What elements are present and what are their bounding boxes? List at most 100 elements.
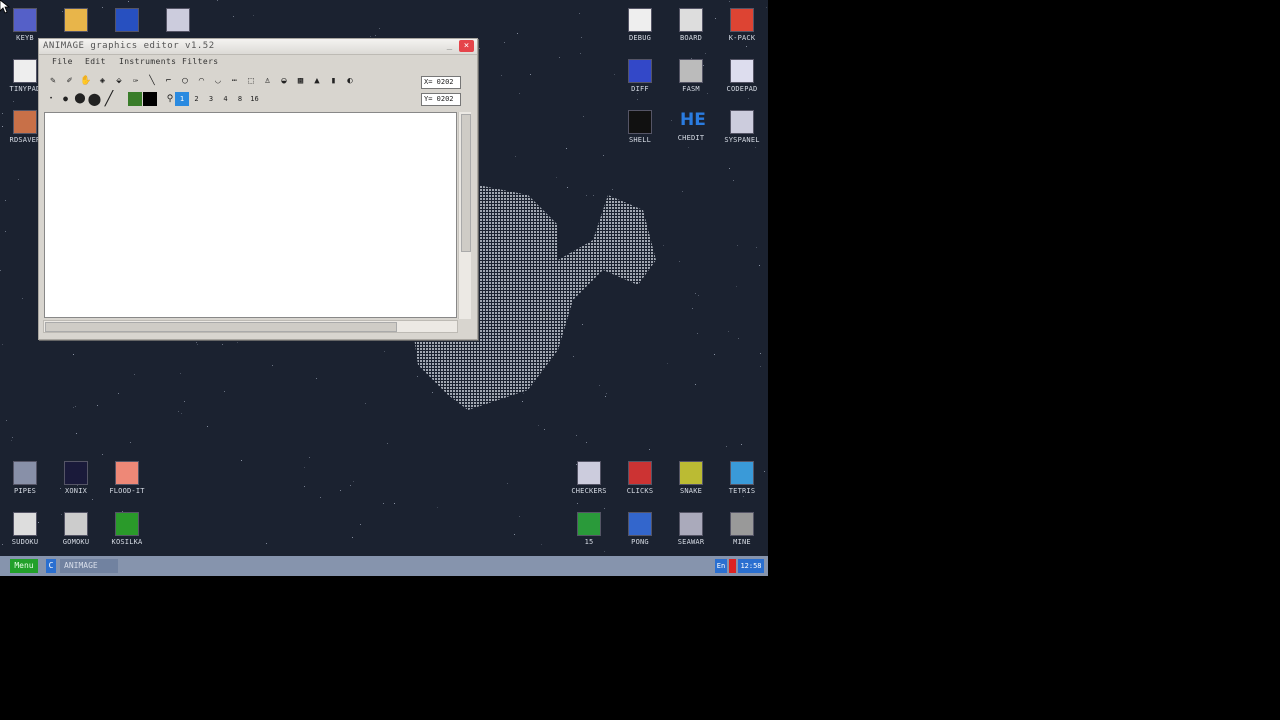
tool-13-icon[interactable]: ♙	[261, 74, 275, 88]
desktop-icon-chedit[interactable]: HE CHEDIT	[666, 102, 716, 152]
line-width-8[interactable]: 8	[233, 92, 247, 106]
star	[756, 247, 757, 248]
drawing-canvas[interactable]	[44, 112, 457, 318]
mine-icon	[730, 512, 754, 536]
tool-10-icon[interactable]: ◡	[211, 74, 225, 88]
desktop-icon-15[interactable]: 15	[564, 504, 614, 554]
desktop-icon-pong[interactable]: PONG	[615, 504, 665, 554]
desktop-icon-mine[interactable]: MINE	[717, 504, 767, 554]
desktop-icon-label: SUDOKU	[11, 538, 39, 546]
desktop-icon-gomoku[interactable]: GOMOKU	[51, 504, 101, 554]
tool-17-icon[interactable]: ▮	[327, 74, 341, 88]
bug-icon	[628, 8, 652, 32]
start-menu-button[interactable]: Menu	[10, 559, 38, 573]
star	[733, 180, 734, 181]
line-width-16[interactable]: 16	[248, 92, 262, 106]
tool-0-icon[interactable]: ✎	[46, 74, 60, 88]
star	[316, 378, 317, 379]
pipes-icon	[13, 461, 37, 485]
desktop-icon-checkers[interactable]: CHECKERS	[564, 453, 614, 503]
tool-2-icon[interactable]: ✋	[79, 74, 93, 88]
star	[538, 425, 539, 426]
desktop-icon-shell[interactable]: SHELL	[615, 102, 665, 152]
calendar-grid-icon	[628, 59, 652, 83]
desktop-icon-label: DEBUG	[628, 34, 652, 42]
sudoku-icon	[13, 512, 37, 536]
line-width-4[interactable]: 4	[219, 92, 233, 106]
star	[530, 74, 531, 75]
color-swatch[interactable]	[143, 92, 157, 106]
tool-8-icon[interactable]: ◯	[178, 74, 192, 88]
star	[379, 28, 380, 29]
close-button[interactable]: ×	[459, 40, 474, 52]
task-app-icon[interactable]: C	[46, 559, 56, 573]
star	[738, 338, 739, 339]
tool-15-icon[interactable]: ▩	[294, 74, 308, 88]
pong-icon	[628, 512, 652, 536]
horizontal-scrollbar[interactable]	[43, 320, 458, 333]
tool-9-icon[interactable]: ◠	[195, 74, 209, 88]
star	[97, 405, 98, 406]
desktop-icon-snake[interactable]: SNAKE	[666, 453, 716, 503]
star	[365, 403, 366, 404]
minimize-button[interactable]: _	[442, 40, 457, 52]
desktop-icon-fasm[interactable]: FASM	[666, 51, 716, 101]
brush-size-4-icon[interactable]: ╱	[102, 92, 116, 106]
tool-11-icon[interactable]: ⋯	[228, 74, 242, 88]
desktop-icon-label: CLICKS	[626, 487, 654, 495]
desktop-icon-clicks[interactable]: CLICKS	[615, 453, 665, 503]
desktop-icon-board[interactable]: BOARD	[666, 0, 716, 50]
window-titlebar[interactable]: ANIMAGE graphics editor v1.52 _ ×	[39, 39, 477, 55]
star	[515, 156, 516, 157]
brush-size-0-icon[interactable]: •	[44, 92, 58, 106]
desktop-icon-pipes[interactable]: PIPES	[0, 453, 50, 503]
tool-18-icon[interactable]: ◐	[343, 74, 357, 88]
desktop-icon-kosilka[interactable]: KOSILKA	[102, 504, 152, 554]
line-width-2[interactable]: 2	[190, 92, 204, 106]
tool-5-icon[interactable]: ✑	[129, 74, 143, 88]
menu-edit[interactable]: Edit	[85, 57, 106, 66]
star	[579, 13, 580, 14]
line-width-1[interactable]: 1	[175, 92, 189, 106]
star	[5, 231, 6, 232]
desktop-icon-debug[interactable]: DEBUG	[615, 0, 665, 50]
menu-filters[interactable]: Filters	[182, 57, 219, 66]
language-indicator[interactable]: En	[715, 559, 727, 573]
brush-size-1-icon[interactable]: ●	[59, 92, 73, 106]
tool-4-icon[interactable]: ⬙	[112, 74, 126, 88]
tool-7-icon[interactable]: ⌐	[162, 74, 176, 88]
line-width-3[interactable]: 3	[204, 92, 218, 106]
tool-1-icon[interactable]: ✐	[63, 74, 77, 88]
brush-size-3-icon[interactable]: ⬤	[88, 92, 102, 106]
desktop-icon-sudoku[interactable]: SUDOKU	[0, 504, 50, 554]
tool-3-icon[interactable]: ◈	[96, 74, 110, 88]
desktop-icon-k-pack[interactable]: K-PACK	[717, 0, 767, 50]
desktop-icon-tetris[interactable]: TETRIS	[717, 453, 767, 503]
star	[566, 148, 567, 149]
package-icon	[730, 8, 754, 32]
desktop-icon-label: CHEDIT	[677, 134, 705, 142]
vertical-scroll-thumb[interactable]	[461, 114, 471, 252]
desktop-icon-diff[interactable]: DIFF	[615, 51, 665, 101]
tool-6-icon[interactable]: ╲	[145, 74, 159, 88]
task-item-animage[interactable]: ANIMAGE	[60, 559, 118, 573]
desktop-icon-label: FLOOD-IT	[109, 487, 145, 495]
tool-16-icon[interactable]: ▲	[310, 74, 324, 88]
desktop-icon-syspanel[interactable]: SYSPANEL	[717, 102, 767, 152]
desktop-icon-flood-it[interactable]: FLOOD-IT	[102, 453, 152, 503]
palette-icon[interactable]	[128, 92, 142, 106]
vertical-scrollbar[interactable]	[458, 112, 471, 319]
brush-size-2-icon[interactable]: ⬤	[73, 92, 87, 106]
tool-12-icon[interactable]: ⬚	[244, 74, 258, 88]
tool-14-icon[interactable]: ◒	[277, 74, 291, 88]
horizontal-scroll-thumb[interactable]	[45, 322, 397, 332]
desktop-icon-xonix[interactable]: XONIX	[51, 453, 101, 503]
star	[196, 342, 197, 343]
desktop-icon-seawar[interactable]: SEAWAR	[666, 504, 716, 554]
menu-file[interactable]: File	[52, 57, 73, 66]
star	[130, 442, 131, 443]
star	[697, 333, 698, 334]
menu-instruments[interactable]: Instruments	[119, 57, 176, 66]
desktop-icon-codepad[interactable]: CODEPAD	[717, 51, 767, 101]
floppy-icon	[13, 8, 37, 32]
